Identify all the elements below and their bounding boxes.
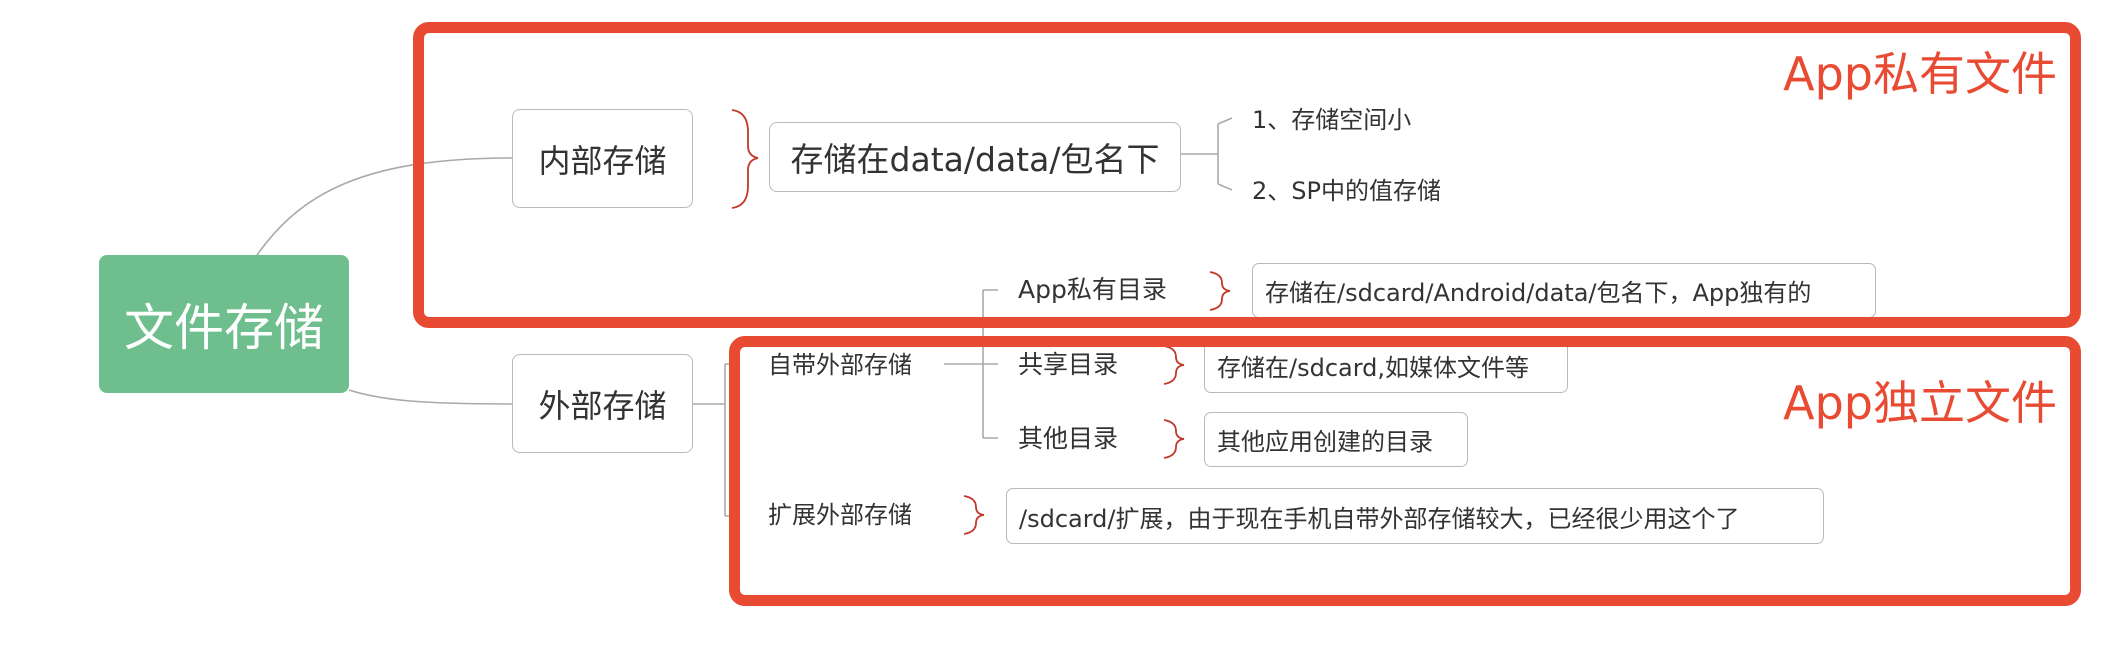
root-label: 文件存储	[124, 299, 324, 357]
external-storage-label: 外部存储	[538, 386, 667, 425]
connector-root-external	[348, 389, 513, 405]
independent-files-title: App独立文件	[1783, 376, 2057, 430]
external-storage-node[interactable]: 外部存储	[512, 354, 693, 453]
private-files-title: App私有文件	[1783, 47, 2057, 101]
root-node[interactable]: 文件存储	[99, 255, 349, 393]
